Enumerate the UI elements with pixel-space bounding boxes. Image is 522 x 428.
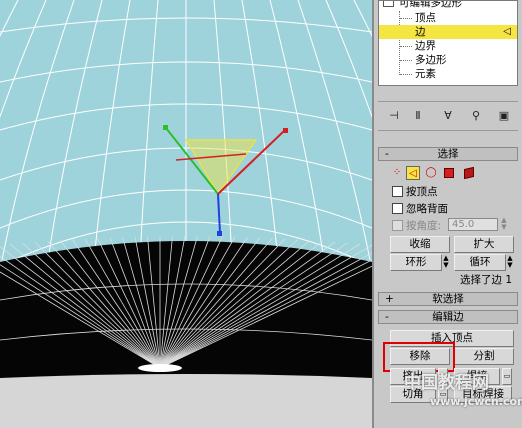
collapse-icon[interactable]: − xyxy=(383,1,394,7)
ignore-backfacing-label: 忽略背面 xyxy=(406,203,448,215)
vertex-mode-icon[interactable]: ⁘ xyxy=(390,166,404,180)
ignore-backfacing-checkbox[interactable] xyxy=(392,203,403,214)
ring-button[interactable]: 环形 xyxy=(390,254,442,271)
stack-toolbar: ⊣ Ⅱ ∀ ⚲ ▣ xyxy=(378,101,518,131)
viewport-canvas[interactable] xyxy=(0,0,372,428)
polygon-mode-icon[interactable] xyxy=(444,168,454,178)
element-mode-icon[interactable] xyxy=(464,166,474,180)
shrink-button[interactable]: 收缩 xyxy=(390,236,450,253)
remove-modifier-icon[interactable]: ⚲ xyxy=(468,108,484,124)
ground-band xyxy=(0,374,372,428)
selection-status-text: 选择了边 1 xyxy=(460,274,513,286)
weld-settings-icon[interactable]: ▭ xyxy=(502,368,512,385)
perspective-viewport[interactable] xyxy=(0,0,372,428)
show-end-result-icon[interactable]: Ⅱ xyxy=(410,108,426,124)
stack-item-edge[interactable]: 边 ◁ xyxy=(379,25,517,39)
configure-modifier-sets-icon[interactable]: ▣ xyxy=(496,108,512,124)
edge-mode-icon: ◁ xyxy=(503,26,511,37)
make-unique-icon[interactable]: ∀ xyxy=(440,108,456,124)
angle-spinner-icon[interactable]: ▲ ▼ xyxy=(500,217,508,232)
command-panel: − 可编辑多边形 顶点 边 ◁ 边界 多边形 元素 ⊣ Ⅱ ∀ ⚲ ▣ - 选择… xyxy=(372,0,522,428)
soft-selection-rollout-header[interactable]: + 软选择 xyxy=(378,292,518,306)
modifier-stack-list[interactable]: − 可编辑多边形 顶点 边 ◁ 边界 多边形 元素 xyxy=(378,0,518,86)
by-angle-checkbox[interactable] xyxy=(392,220,403,231)
border-mode-icon[interactable]: ◯ xyxy=(424,166,438,180)
by-angle-label: 按角度: xyxy=(406,220,442,232)
ring-spinner-icon[interactable]: ▲ ▼ xyxy=(442,255,450,270)
pin-stack-icon[interactable]: ⊣ xyxy=(386,108,402,124)
by-vertex-checkbox[interactable] xyxy=(392,186,403,197)
split-button[interactable]: 分割 xyxy=(454,348,514,365)
edit-edges-rollout-header[interactable]: - 编辑边 xyxy=(378,310,518,324)
selection-rollout-header[interactable]: - 选择 xyxy=(378,147,518,161)
edge-mode-button-icon[interactable]: ◁ xyxy=(406,166,420,180)
watermark-url: www.jcwcn.com xyxy=(430,395,522,408)
loop-button[interactable]: 循环 xyxy=(454,254,506,271)
angle-value-field[interactable]: 45.0 xyxy=(448,218,498,231)
by-vertex-label: 按顶点 xyxy=(406,186,438,198)
loop-spinner-icon[interactable]: ▲ ▼ xyxy=(506,255,514,270)
grow-button[interactable]: 扩大 xyxy=(454,236,514,253)
watermark-title: 中国教程网 xyxy=(404,373,489,393)
pole-highlight xyxy=(138,364,182,372)
